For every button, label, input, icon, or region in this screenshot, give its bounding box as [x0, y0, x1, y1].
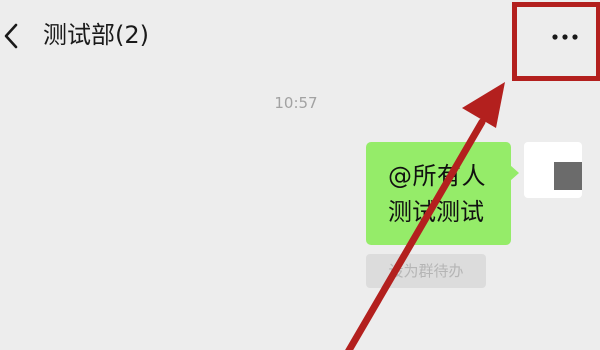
- message-text: 测试测试: [388, 198, 484, 226]
- message-timestamp: 10:57: [274, 94, 318, 112]
- highlight-annotation-box: [512, 2, 600, 81]
- mention-all-text: @所有人: [388, 162, 486, 190]
- chat-header: 测试部(2): [0, 0, 600, 74]
- bubble-tail: [510, 165, 519, 181]
- avatar[interactable]: [524, 142, 582, 198]
- message-bubble[interactable]: @所有人 测试测试: [366, 142, 511, 245]
- set-group-todo-button[interactable]: 设为群待办: [366, 254, 486, 288]
- chevron-left-icon: [4, 23, 18, 49]
- back-button[interactable]: [0, 16, 30, 56]
- avatar-image: [554, 162, 582, 190]
- chat-title: 测试部(2): [43, 21, 149, 49]
